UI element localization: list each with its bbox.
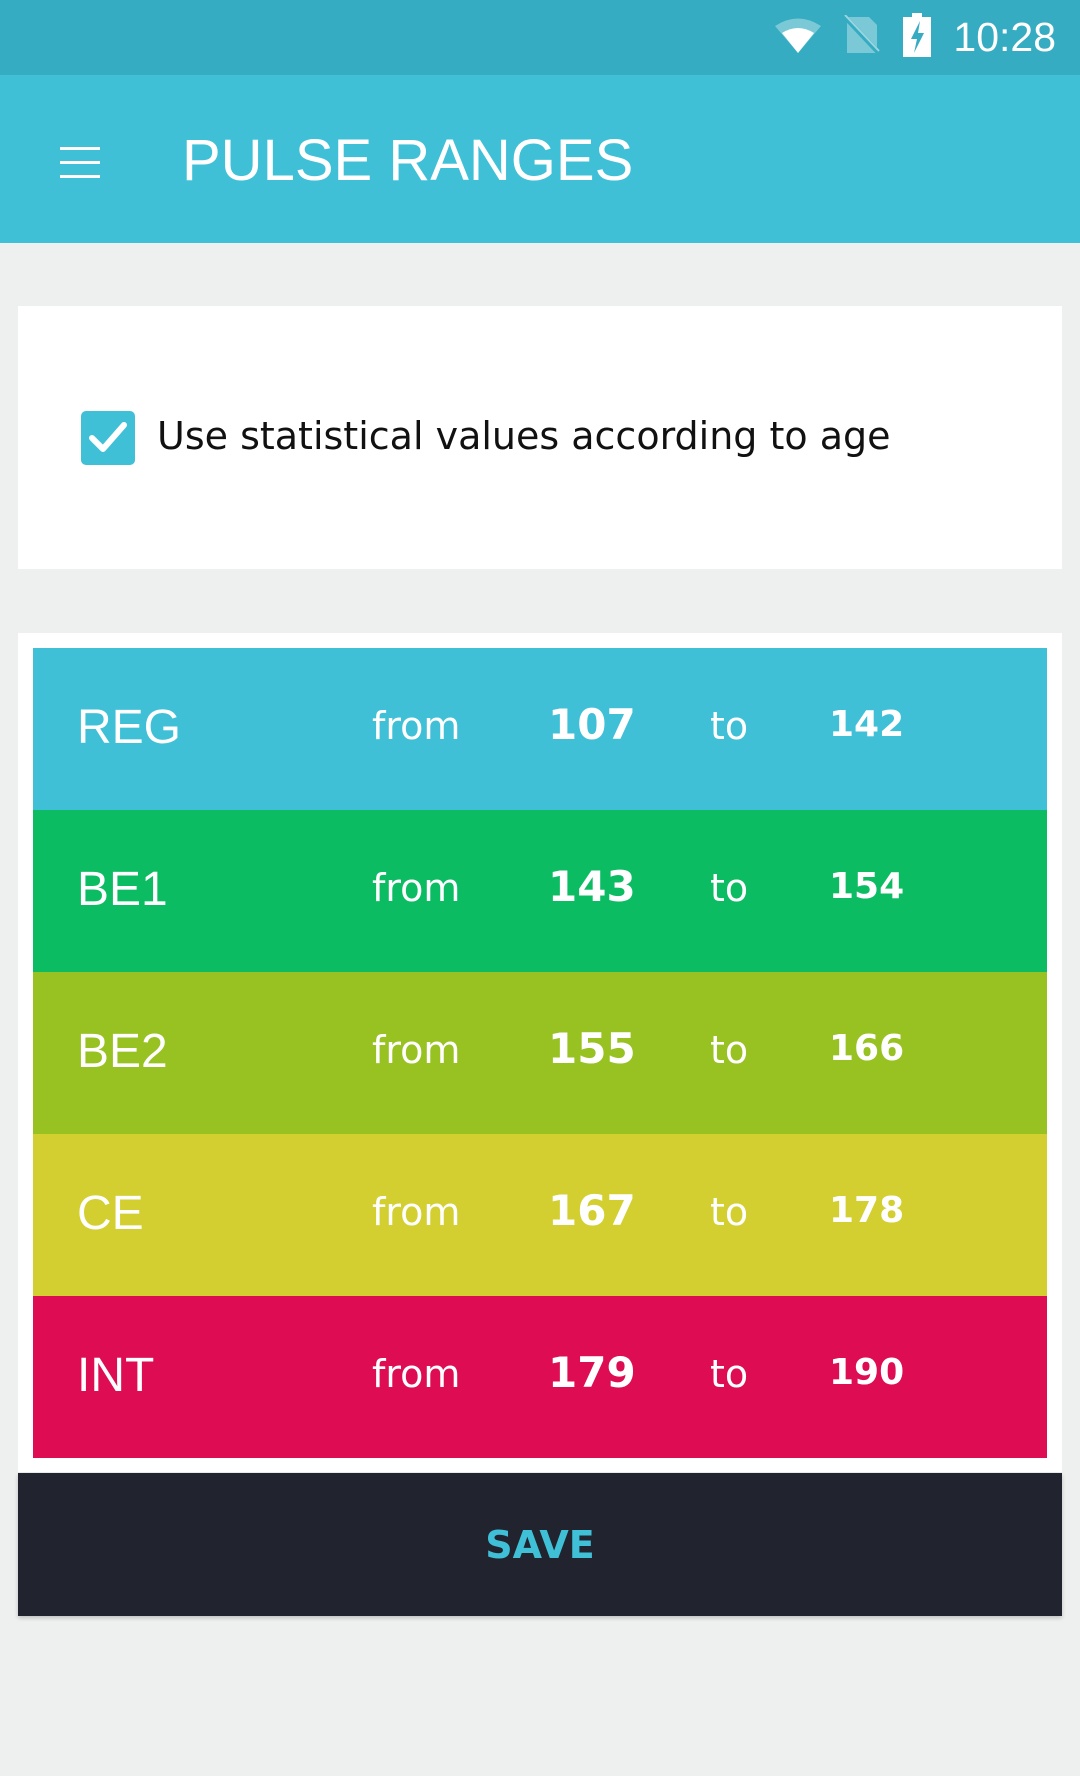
zone-name: BE2 bbox=[77, 1025, 168, 1078]
checkmark-icon bbox=[89, 422, 127, 452]
to-value-input[interactable]: 166 bbox=[829, 1028, 904, 1069]
clock: 10:28 bbox=[953, 14, 1056, 60]
from-value-input[interactable]: 143 bbox=[548, 862, 636, 911]
wifi-icon bbox=[775, 17, 822, 58]
from-value-input[interactable]: 155 bbox=[548, 1024, 636, 1073]
range-row-be1: BE1 from 143 to 154 bbox=[33, 810, 1047, 972]
to-label: to bbox=[710, 866, 749, 910]
range-row-int: INT from 179 to 190 bbox=[33, 1296, 1047, 1458]
settings-card: Use statistical values according to age bbox=[18, 306, 1062, 569]
from-label: from bbox=[372, 1352, 461, 1396]
from-label: from bbox=[372, 1190, 461, 1234]
range-row-ce: CE from 167 to 178 bbox=[33, 1134, 1047, 1296]
zone-name: CE bbox=[77, 1187, 144, 1240]
from-value-input[interactable]: 167 bbox=[548, 1186, 636, 1235]
range-row-reg: REG from 107 to 142 bbox=[33, 648, 1047, 810]
battery-charging-icon bbox=[903, 13, 932, 62]
to-value-input[interactable]: 142 bbox=[829, 704, 904, 745]
zone-name: INT bbox=[77, 1349, 155, 1402]
page-title: PULSE RANGES bbox=[182, 128, 634, 193]
hamburger-menu-icon[interactable] bbox=[60, 147, 100, 179]
to-label: to bbox=[710, 1190, 749, 1234]
from-label: from bbox=[372, 866, 461, 910]
range-row-be2: BE2 from 155 to 166 bbox=[33, 972, 1047, 1134]
status-bar: 10:28 bbox=[0, 0, 1080, 75]
no-sim-icon bbox=[843, 14, 882, 60]
from-value-input[interactable]: 179 bbox=[548, 1348, 636, 1397]
zone-name: BE1 bbox=[77, 863, 168, 916]
save-button[interactable]: SAVE bbox=[18, 1473, 1062, 1616]
use-statistical-values-checkbox[interactable] bbox=[81, 411, 135, 465]
to-value-input[interactable]: 154 bbox=[829, 866, 904, 907]
zone-name: REG bbox=[77, 701, 182, 754]
app-bar: PULSE RANGES bbox=[0, 75, 1080, 243]
use-statistical-values-label[interactable]: Use statistical values according to age bbox=[157, 414, 891, 458]
to-label: to bbox=[710, 1352, 749, 1396]
from-label: from bbox=[372, 704, 461, 748]
to-label: to bbox=[710, 704, 749, 748]
to-label: to bbox=[710, 1028, 749, 1072]
ranges-card: REG from 107 to 142 BE1 from 143 to 154 … bbox=[18, 633, 1062, 1472]
to-value-input[interactable]: 178 bbox=[829, 1190, 904, 1231]
to-value-input[interactable]: 190 bbox=[829, 1352, 904, 1393]
from-label: from bbox=[372, 1028, 461, 1072]
from-value-input[interactable]: 107 bbox=[548, 700, 636, 749]
